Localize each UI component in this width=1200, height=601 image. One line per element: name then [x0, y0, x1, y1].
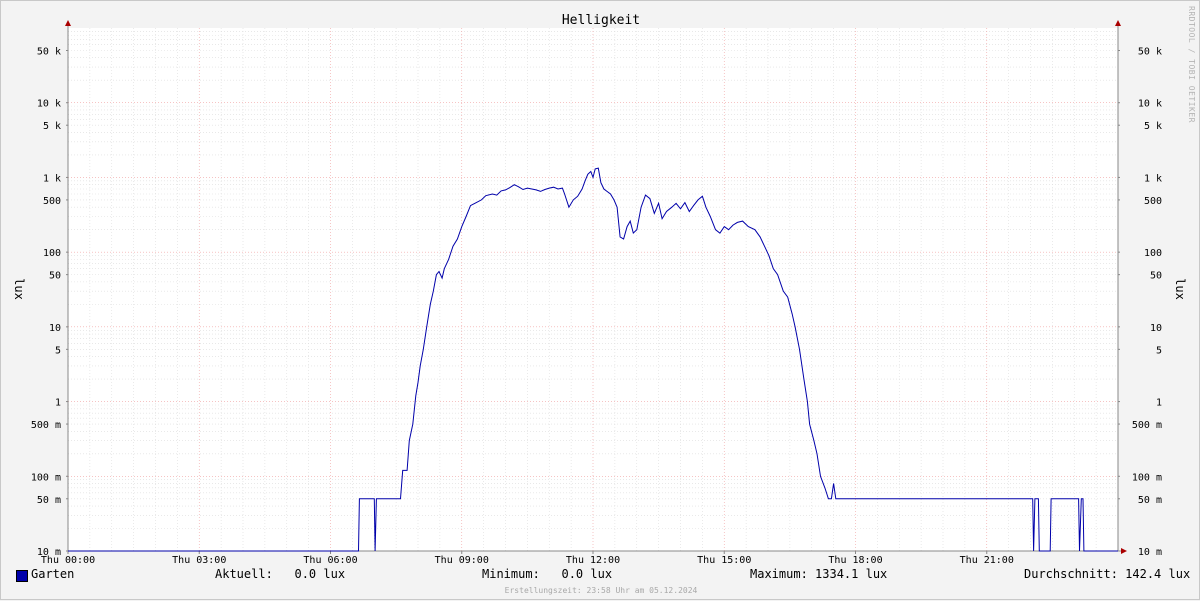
y-tick-label-left: 5 k: [43, 121, 61, 132]
y-axis-label-right: lux: [1173, 278, 1187, 300]
x-axis-arrow: [1121, 548, 1127, 554]
y-tick-label-right: 500 m: [1132, 420, 1162, 431]
x-tick-label: Thu 03:00: [172, 555, 226, 566]
x-tick-label: Thu 21:00: [960, 555, 1014, 566]
y-tick-label-left: 10: [49, 323, 61, 334]
legend-average: Durchschnitt: 142.4 lux: [1024, 567, 1191, 581]
rrdtool-watermark: RRDTOOL / TOBI OETIKER: [1187, 6, 1196, 123]
y-tick-label-right: 50 k: [1138, 46, 1162, 57]
legend: Garten Aktuell: 0.0 lux Minimum: 0.0 lux…: [1, 567, 1200, 587]
y-tick-label-left: 5: [55, 345, 61, 356]
y-axis-arrow-right: [1115, 20, 1121, 26]
legend-swatch-garten: [16, 570, 28, 582]
x-tick-label: Thu 15:00: [697, 555, 751, 566]
creation-time: Erstellungszeit: 23:58 Uhr am 05.12.2024: [504, 586, 698, 595]
y-tick-label-left: 50 k: [37, 46, 61, 57]
y-tick-label-left: 10 k: [37, 99, 61, 110]
y-tick-label-right: 10: [1150, 323, 1162, 334]
y-tick-label-right: 5 k: [1144, 121, 1162, 132]
y-tick-label-right: 100: [1144, 248, 1162, 259]
y-ticks-right: 10 m 50 m 100 m 500 m 1 5 10 50 100 500 1 k 5 k 10 k…: [1118, 46, 1162, 558]
y-ticks-left: 10 m50 m100 m500 m1510501005001 k5 k10 k…: [31, 46, 68, 558]
y-tick-label-left: 100 m: [31, 472, 61, 483]
chart-title: Helligkeit: [562, 13, 640, 28]
y-tick-label-right: 5: [1156, 345, 1162, 356]
y-tick-label-right: 100 m: [1132, 472, 1162, 483]
x-tick-label: Thu 06:00: [303, 555, 357, 566]
x-tick-label: Thu 18:00: [828, 555, 882, 566]
legend-series-name: Garten: [31, 567, 75, 581]
y-tick-label-left: 50 m: [37, 495, 61, 506]
y-tick-label-right: 10 k: [1138, 99, 1162, 110]
x-ticks: Thu 00:00 Thu 03:00 Thu 06:00 Thu 09:00 Thu …: [41, 551, 1014, 566]
y-tick-label-right: 1 k: [1144, 173, 1162, 184]
y-tick-label-left: 500 m: [31, 420, 61, 431]
chart-frame: 10 m 50 m 100 m 500 m 1 5 10 50 100 500 1 k 5 k 10 k…: [0, 0, 1200, 600]
x-tick-label: Thu 00:00: [41, 555, 95, 566]
y-axis-label-left: lux: [12, 278, 26, 300]
y-tick-label-left: 1 k: [43, 173, 61, 184]
y-tick-label-left: 50: [49, 271, 61, 282]
y-tick-label-right: 50 m: [1138, 495, 1162, 506]
y-tick-label-right: 500: [1144, 196, 1162, 207]
y-tick-label-left: 100: [43, 248, 61, 259]
x-tick-label: Thu 12:00: [566, 555, 620, 566]
legend-minimum: Minimum: 0.0 lux: [482, 567, 613, 581]
y-tick-label-right: 1: [1156, 398, 1162, 409]
y-tick-label-right: 10 m: [1138, 547, 1162, 558]
y-tick-label-left: 1: [55, 398, 61, 409]
y-axis-arrow-left: [65, 20, 71, 26]
legend-current: Aktuell: 0.0 lux: [215, 567, 346, 581]
y-tick-label-left: 500: [43, 196, 61, 207]
brightness-chart: 10 m 50 m 100 m 500 m 1 5 10 50 100 500 1 k 5 k 10 k…: [12, 13, 1187, 566]
legend-maximum: Maximum: 1334.1 lux: [750, 567, 888, 581]
y-tick-label-right: 50: [1150, 271, 1162, 282]
x-tick-label: Thu 09:00: [435, 555, 489, 566]
